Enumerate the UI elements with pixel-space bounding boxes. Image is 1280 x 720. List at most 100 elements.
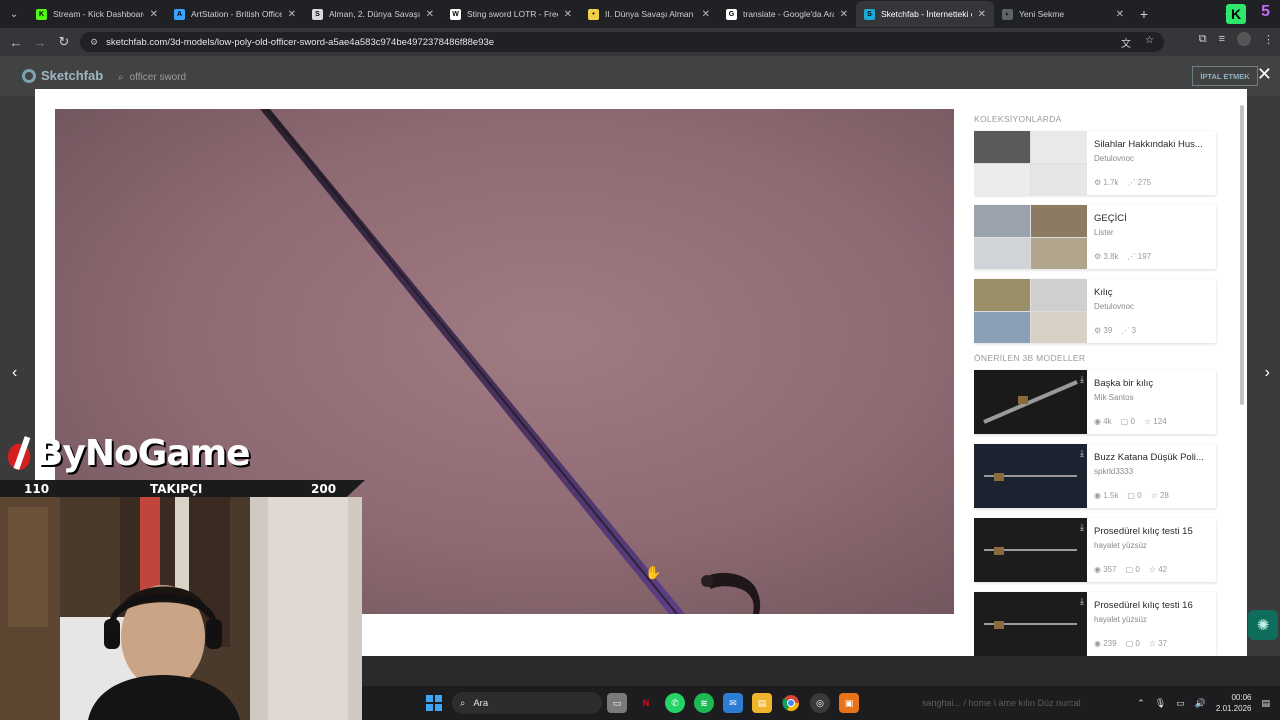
kick-icon[interactable]: K [1226, 4, 1246, 24]
model-info: Prosedürel kılıç testi 15 hayalet yüzsüz ◉… [1087, 518, 1216, 582]
model-thumbnail[interactable]: ⤓ [974, 444, 1087, 508]
download-icon[interactable]: ⤓ [1080, 596, 1084, 607]
reload-icon[interactable]: ↻ [52, 34, 76, 50]
collection-owner[interactable]: Detulovnoc [1094, 154, 1216, 163]
model-title[interactable]: Buzz Katana Düşük Poli... [1094, 452, 1214, 463]
chrome-icon[interactable] [781, 693, 801, 713]
tab-close-icon[interactable]: ✕ [1116, 9, 1124, 20]
recommended-model-card[interactable]: ⤓ Prosedürel kılıç testi 16 hayalet yüzsüz… [974, 592, 1216, 656]
model-owner[interactable]: spkrld3333 [1094, 467, 1216, 476]
tab-search-button[interactable]: ⌄ [0, 0, 28, 28]
search-icon: ⌕ [460, 697, 466, 709]
next-arrow-icon[interactable]: › [1265, 364, 1270, 382]
model-thumbnail[interactable]: ⤓ [974, 592, 1087, 656]
tab-title: ArtStation - British Officer [191, 9, 282, 19]
model-thumbnail[interactable]: ⤓ [974, 370, 1087, 434]
model-title[interactable]: Prosedürel kılıç testi 15 [1094, 526, 1214, 537]
tab-6[interactable]: S Sketchfab - İnternetteki e ✕ [856, 1, 994, 27]
recommended-model-card[interactable]: ⤓ Buzz Katana Düşük Poli... spkrld3333 ◉ 1.… [974, 444, 1216, 508]
tab-1[interactable]: A ArtStation - British Officer ✕ [166, 1, 304, 27]
network-icon[interactable]: ▭ [1176, 698, 1185, 709]
assistant-icon[interactable]: ✺ [1248, 610, 1278, 640]
clock[interactable]: 00:06 2.01.2026 [1216, 692, 1252, 714]
collection-title[interactable]: Kılıç [1094, 287, 1214, 298]
tab-4[interactable]: • II. Dünya Savaşı Alman SS ✕ [580, 1, 718, 27]
tab-close-icon[interactable]: ✕ [702, 9, 710, 20]
tab-2[interactable]: S Alman, 2. Dünya Savaşı, S ✕ [304, 1, 442, 27]
thumbnail [1031, 163, 1087, 195]
tab-3[interactable]: W Sting sword LOTR - Free 3 ✕ [442, 1, 580, 27]
tab-close-icon[interactable]: ✕ [840, 9, 848, 20]
tab-0[interactable]: K Stream - Kick Dashboard ✕ [28, 1, 166, 27]
windows-start-icon[interactable] [426, 695, 442, 711]
collection-title[interactable]: GEÇİCİ [1094, 213, 1214, 224]
cancel-button[interactable]: İPTAL ETMEK [1192, 66, 1258, 86]
model-owner[interactable]: hayalet yüzsüz [1094, 541, 1216, 550]
spotify-icon[interactable]: ≋ [694, 693, 714, 713]
forward-icon[interactable]: → [28, 35, 52, 50]
notifications-icon[interactable]: ▤ [1261, 698, 1270, 709]
likes-icon: ☆ 42 [1148, 565, 1168, 574]
site-settings-icon[interactable]: ⚙ [90, 37, 98, 48]
download-icon[interactable]: ⤓ [1080, 522, 1084, 533]
model-info: Buzz Katana Düşük Poli... spkrld3333 ◉ 1.5… [1087, 444, 1216, 508]
microphone-icon[interactable]: 🎙 [1155, 698, 1166, 709]
mail-icon[interactable]: ✉ [723, 693, 743, 713]
sidebar-scrollbar[interactable] [1239, 95, 1245, 655]
model-owner[interactable]: Mik Santos [1094, 393, 1216, 402]
taskbar-search[interactable]: ⌕ Ara [452, 692, 602, 714]
omnibox[interactable]: ⚙ sketchfab.com/3d-models/low-poly-old-o… [80, 32, 1164, 52]
scrollbar-thumb[interactable] [1240, 105, 1244, 405]
steam-icon[interactable]: ◎ [810, 693, 830, 713]
collection-title[interactable]: Silahlar Hakkındaki Hus... [1094, 139, 1214, 150]
extensions-icon[interactable]: ⧉ [1199, 33, 1207, 46]
collection-card[interactable]: Kılıç Detulovnoc ⚙ 39 ⋰ 3 [974, 279, 1216, 343]
collection-card[interactable]: GEÇİCİ Lister ⚙ 3.8k ⋰ 197 [974, 205, 1216, 269]
model-stats: ◉ 1.5k ▢ 0 ☆ 28 [1094, 491, 1169, 500]
thumbnail [974, 237, 1030, 269]
collection-owner[interactable]: Detulovnoc [1094, 302, 1216, 311]
translate-icon[interactable]: 文 [1121, 35, 1131, 50]
download-icon[interactable]: ⤓ [1080, 448, 1084, 459]
model-title[interactable]: Başka bir kılıç [1094, 378, 1214, 389]
tray-chevron-icon[interactable]: ⌃ [1137, 698, 1145, 709]
tab-5[interactable]: Gtranslate - Google'da Ara ✕ [718, 1, 856, 27]
tab-close-icon[interactable]: ✕ [150, 9, 158, 20]
download-icon[interactable]: ⤓ [1080, 374, 1084, 385]
task-view-icon[interactable]: ▭ [607, 693, 627, 713]
model-owner[interactable]: hayalet yüzsüz [1094, 615, 1216, 624]
likes-count: 28 [1159, 491, 1169, 500]
tab-favicon-icon: S [312, 8, 323, 20]
new-tab-button[interactable]: + [1132, 0, 1156, 28]
tab-close-icon[interactable]: ✕ [288, 9, 296, 20]
views-count: 4k [1103, 417, 1112, 426]
tab-title: Yeni Sekme [1019, 9, 1065, 19]
volume-icon[interactable]: 🔊 [1195, 698, 1206, 709]
file-explorer-icon[interactable]: ▤ [752, 693, 772, 713]
previous-arrow-icon[interactable]: ‹ [12, 364, 17, 382]
model-thumbnail[interactable]: ⤓ [974, 518, 1087, 582]
collection-owner[interactable]: Lister [1094, 228, 1216, 237]
netflix-icon[interactable]: N [636, 693, 656, 713]
media-icon[interactable]: ≡ [1219, 33, 1225, 45]
bookmark-star-icon[interactable]: ☆ [1145, 35, 1154, 50]
whatsapp-icon[interactable]: ✆ [665, 693, 685, 713]
close-icon[interactable]: ✕ [1257, 64, 1272, 85]
tab-close-icon[interactable]: ✕ [564, 9, 572, 20]
tab-close-icon[interactable]: ✕ [978, 9, 986, 20]
orange-app-icon[interactable]: ▣ [839, 693, 859, 713]
tab-7[interactable]: ◐ Yeni Sekme ✕ [994, 1, 1132, 27]
sketchfab-logo[interactable]: Sketchfab [22, 68, 103, 83]
model-title[interactable]: Prosedürel kılıç testi 16 [1094, 600, 1214, 611]
recommended-model-card[interactable]: ⤓ Prosedürel kılıç testi 15 hayalet yüzsüz… [974, 518, 1216, 582]
tab-close-icon[interactable]: ✕ [426, 9, 434, 20]
search-input[interactable]: ⌕ officer sword [118, 68, 1166, 86]
webcam-image [0, 497, 362, 720]
tab-title: Sting sword LOTR - Free 3 [467, 9, 558, 19]
back-icon[interactable]: ← [4, 35, 28, 50]
collection-thumbnails [974, 205, 1087, 269]
recommended-model-card[interactable]: ⤓ Başka bir kılıç Mik Santos ◉ 4k ▢ 0 ☆ 124 [974, 370, 1216, 434]
menu-icon[interactable]: ⋮ [1263, 33, 1274, 46]
collection-card[interactable]: Silahlar Hakkındaki Hus... Detulovnoc ⚙ 1.… [974, 131, 1216, 195]
profile-avatar[interactable] [1237, 32, 1251, 46]
